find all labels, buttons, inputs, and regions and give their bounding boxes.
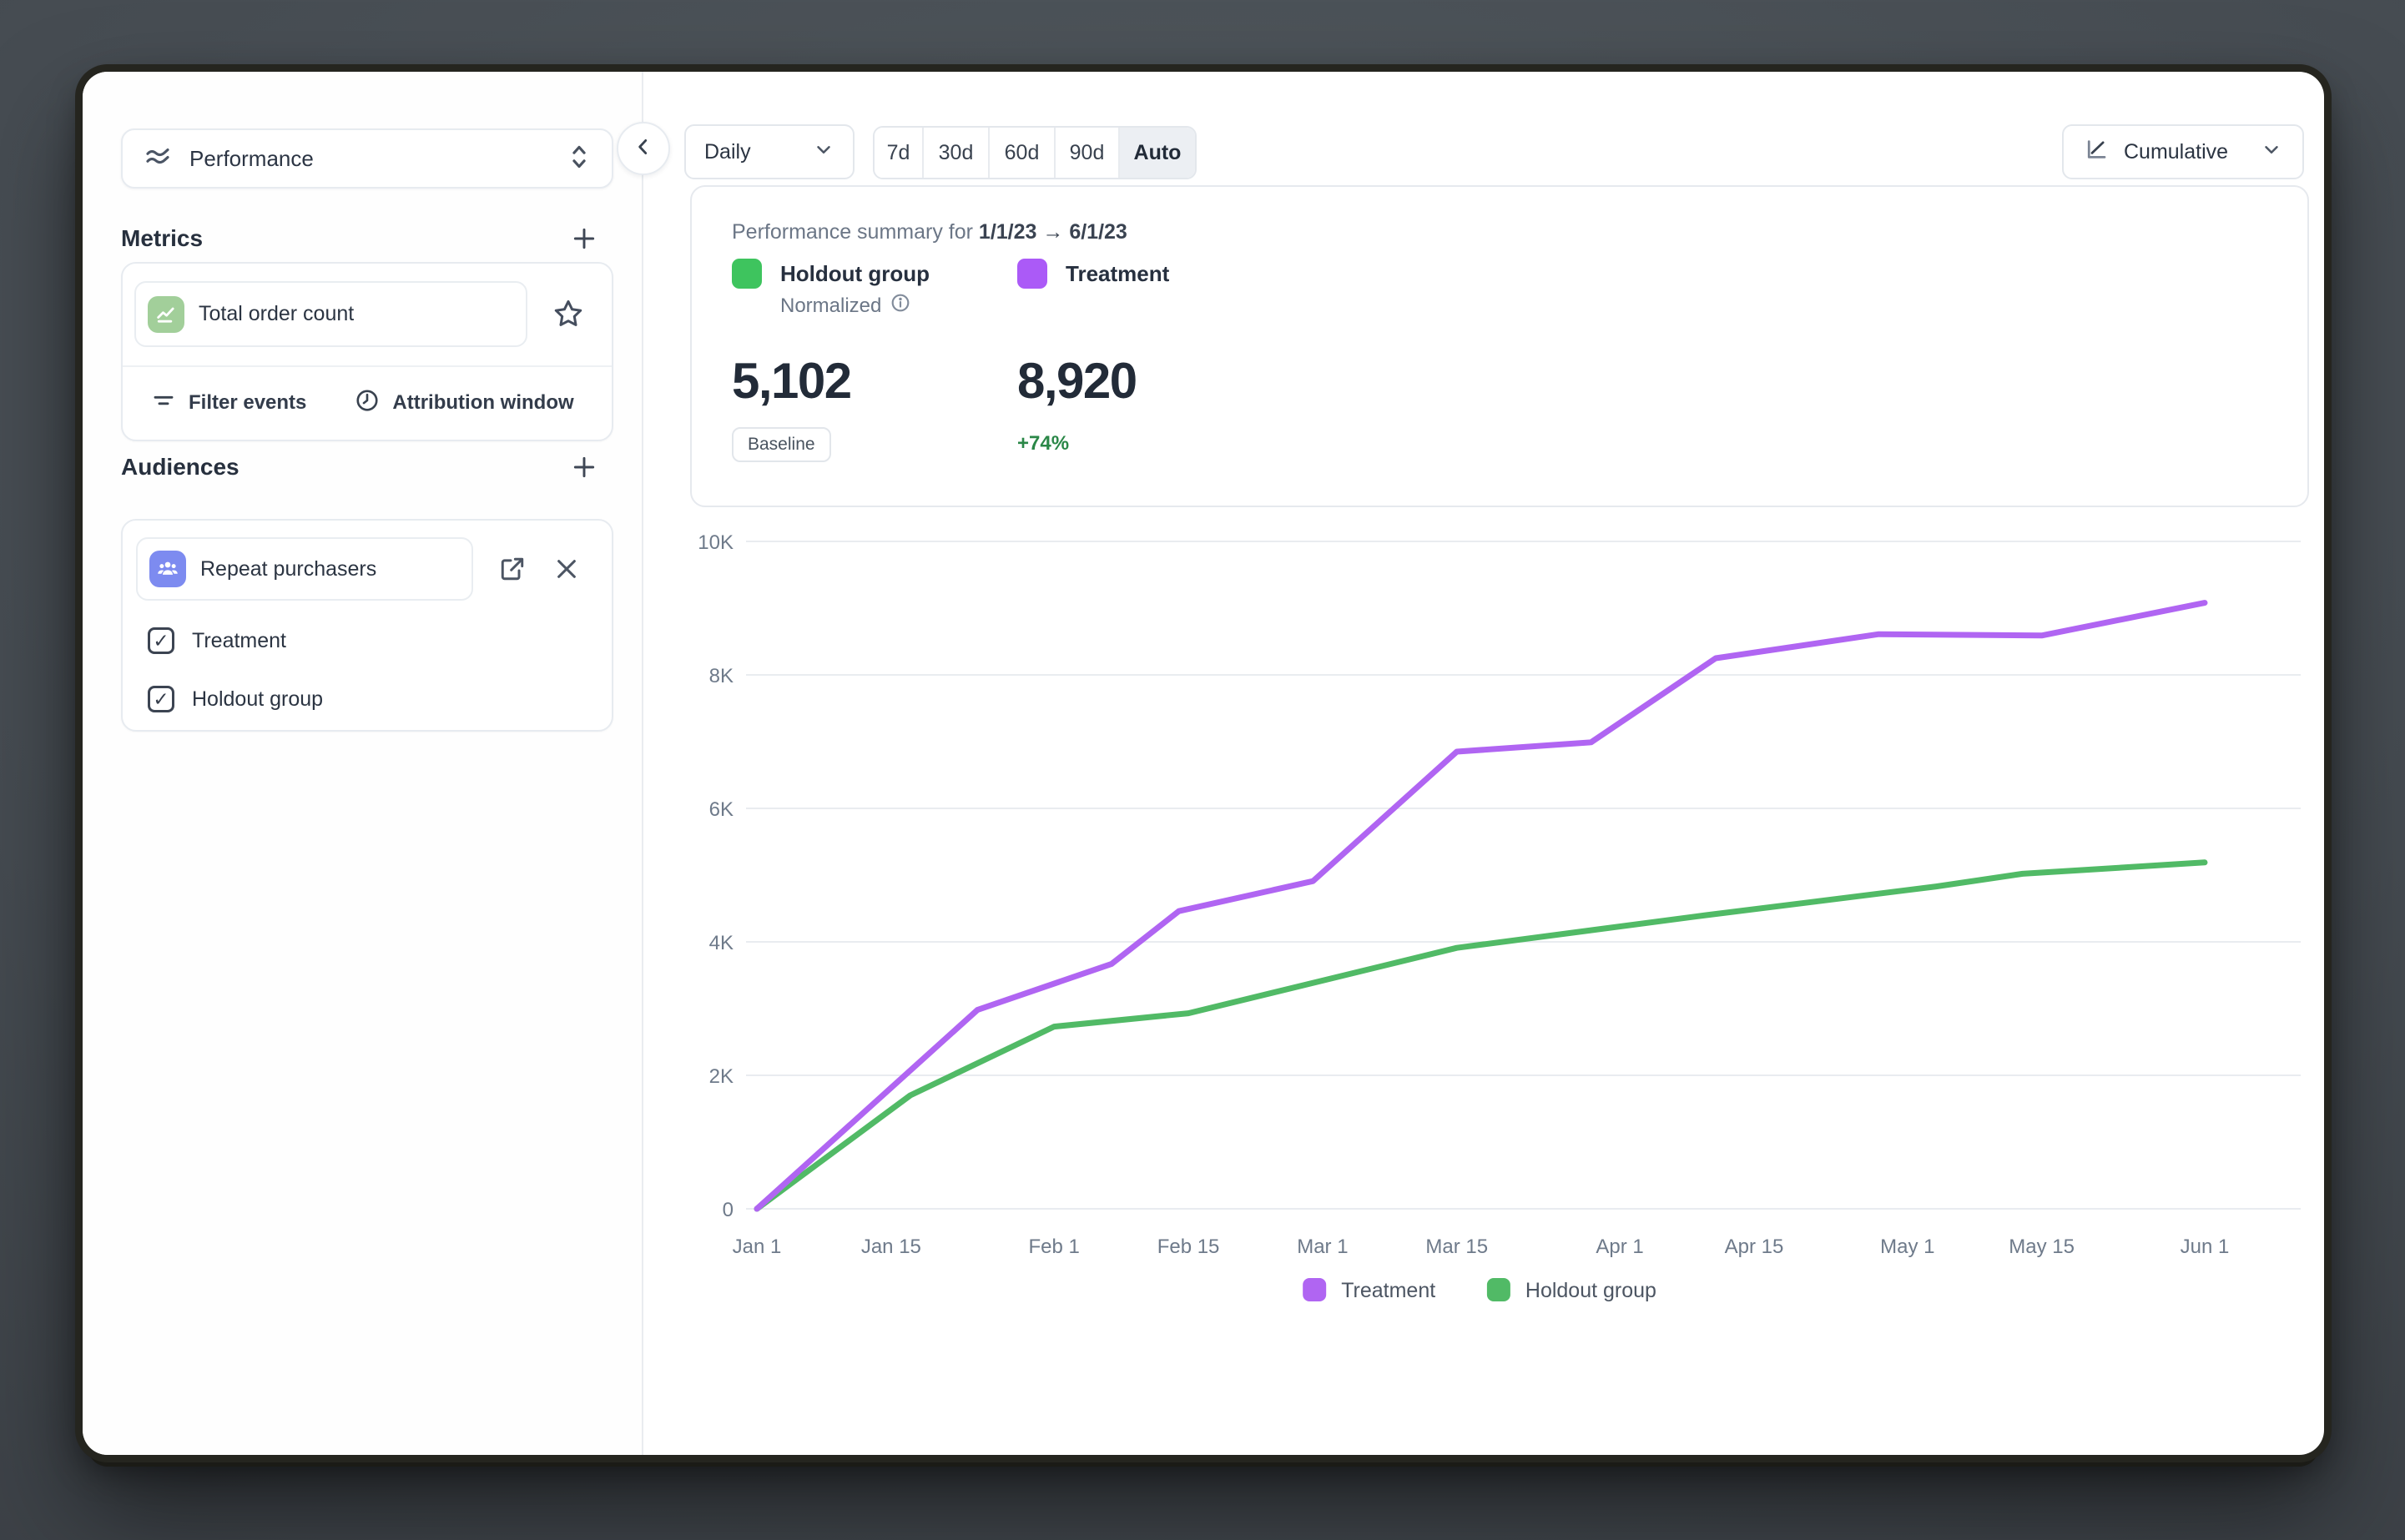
scope-select[interactable]: Performance [121,128,613,189]
legend-swatch-holdout-group[interactable] [1487,1278,1510,1301]
favorite-metric-button[interactable] [550,295,587,332]
chevron-left-icon [633,136,654,162]
add-audience-button[interactable] [569,452,599,482]
open-audience-button[interactable] [494,551,531,587]
x-axis-tick-label: Mar 1 [1297,1236,1348,1258]
add-metric-button[interactable] [569,224,599,254]
y-axis-tick-label: 2K [709,1065,734,1088]
view-mode-value: Cumulative [2124,140,2228,164]
legend-label-holdout-group[interactable]: Holdout group [1525,1279,1656,1302]
chart-canvas: 0 2K 4K 6K 8K 10K Jan 1 Jan 15 Feb 1 Feb 15 Mar 1 M… [690,522,2309,1369]
trend-waves-icon [143,142,173,176]
series-line-treatment [757,603,2205,1209]
range-auto[interactable]: Auto [1118,128,1195,178]
holdout-label: Holdout group [780,259,930,289]
treatment-summary-group: Treatment [1017,259,1169,289]
remove-audience-button[interactable] [548,551,585,587]
metric-card: Total order count Filter events [121,262,613,441]
info-icon[interactable] [890,292,911,320]
attribution-window-button[interactable]: Attribution window [355,388,573,417]
granularity-value: Daily [704,140,751,164]
legend-label-treatment[interactable]: Treatment [1341,1279,1435,1302]
chevron-down-icon [2261,138,2282,166]
metric-name: Total order count [199,302,354,326]
treatment-checkbox[interactable] [148,627,174,654]
y-axis-tick-label: 6K [709,798,734,821]
treatment-label: Treatment [1066,259,1169,289]
audiences-heading: Audiences [121,454,239,481]
metrics-heading: Metrics [121,225,203,252]
range-60d[interactable]: 60d [988,128,1054,178]
holdout-checkbox[interactable] [148,686,174,712]
audience-name-field[interactable]: Repeat purchasers [136,537,473,601]
x-axis-tick-label: May 15 [2009,1236,2075,1258]
x-axis-tick-label: Apr 1 [1596,1236,1643,1258]
x-axis-tick-label: Jun 1 [2181,1236,2230,1258]
collapse-sidebar-button[interactable] [617,122,670,175]
x-axis-tick-label: Feb 1 [1029,1236,1080,1258]
baseline-badge: Baseline [732,427,831,462]
range-7d[interactable]: 7d [875,128,922,178]
x-axis-tick-label: Jan 1 [733,1236,782,1258]
holdout-sub-label: Normalized [780,294,881,318]
view-mode-select[interactable]: Cumulative [2062,124,2304,179]
line-chart-icon [148,296,184,333]
filter-lines-icon [151,388,176,417]
group-row-holdout[interactable]: Holdout group [148,682,323,716]
x-axis-tick-label: Mar 15 [1425,1236,1488,1258]
granularity-select[interactable]: Daily [684,124,855,179]
range-segmented-control: 7d 30d 60d 90d Auto [873,126,1197,179]
cumulative-line-chart: 0 2K 4K 6K 8K 10K Jan 1 Jan 15 Feb 1 Feb 15 Mar 1 M… [690,522,2309,1369]
x-axis-tick-label: Apr 15 [1725,1236,1784,1258]
summary-date-range: 1/1/23 → 6/1/23 [979,220,1127,244]
chevron-updown-icon [567,143,592,175]
clock-icon [355,388,380,417]
y-axis-tick-label: 10K [698,531,734,554]
attribution-window-label: Attribution window [392,391,573,415]
axes-chart-icon [2084,137,2109,168]
y-axis-tick-label: 4K [709,932,734,954]
audience-name: Repeat purchasers [200,557,376,581]
treatment-value: 8,920 [1017,352,1137,410]
scope-select-label: Performance [189,146,314,172]
sidebar: Performance Metrics Total order count [83,72,643,1455]
holdout-value: 5,102 [732,352,851,410]
series-line-holdout-group [757,863,2205,1209]
audience-card: Repeat purchasers Treatment Holdout grou… [121,519,613,732]
x-axis-tick-label: Feb 15 [1157,1236,1220,1258]
app-window: Performance Metrics Total order count [83,72,2324,1455]
summary-title: Performance summary for 1/1/23 → 6/1/23 [732,220,1127,244]
x-axis-tick-label: May 1 [1880,1236,1934,1258]
treatment-checkbox-label: Treatment [192,629,286,653]
holdout-swatch [732,259,762,289]
range-90d[interactable]: 90d [1054,128,1118,178]
group-row-treatment[interactable]: Treatment [148,624,286,657]
filter-events-label: Filter events [189,391,306,415]
chevron-down-icon [813,138,834,166]
performance-summary-card: Performance summary for 1/1/23 → 6/1/23 … [690,185,2309,507]
people-icon [149,551,186,587]
x-axis-tick-label: Jan 15 [861,1236,921,1258]
treatment-swatch [1017,259,1047,289]
y-axis-tick-label: 0 [723,1199,734,1221]
filter-events-button[interactable]: Filter events [151,388,306,417]
holdout-summary-group: Holdout group Normalized [732,259,930,320]
treatment-delta: +74% [1017,432,1069,455]
metric-name-field[interactable]: Total order count [134,281,527,347]
legend-swatch-treatment[interactable] [1303,1278,1326,1301]
y-axis-tick-label: 8K [709,665,734,687]
range-30d[interactable]: 30d [922,128,988,178]
holdout-checkbox-label: Holdout group [192,687,323,712]
